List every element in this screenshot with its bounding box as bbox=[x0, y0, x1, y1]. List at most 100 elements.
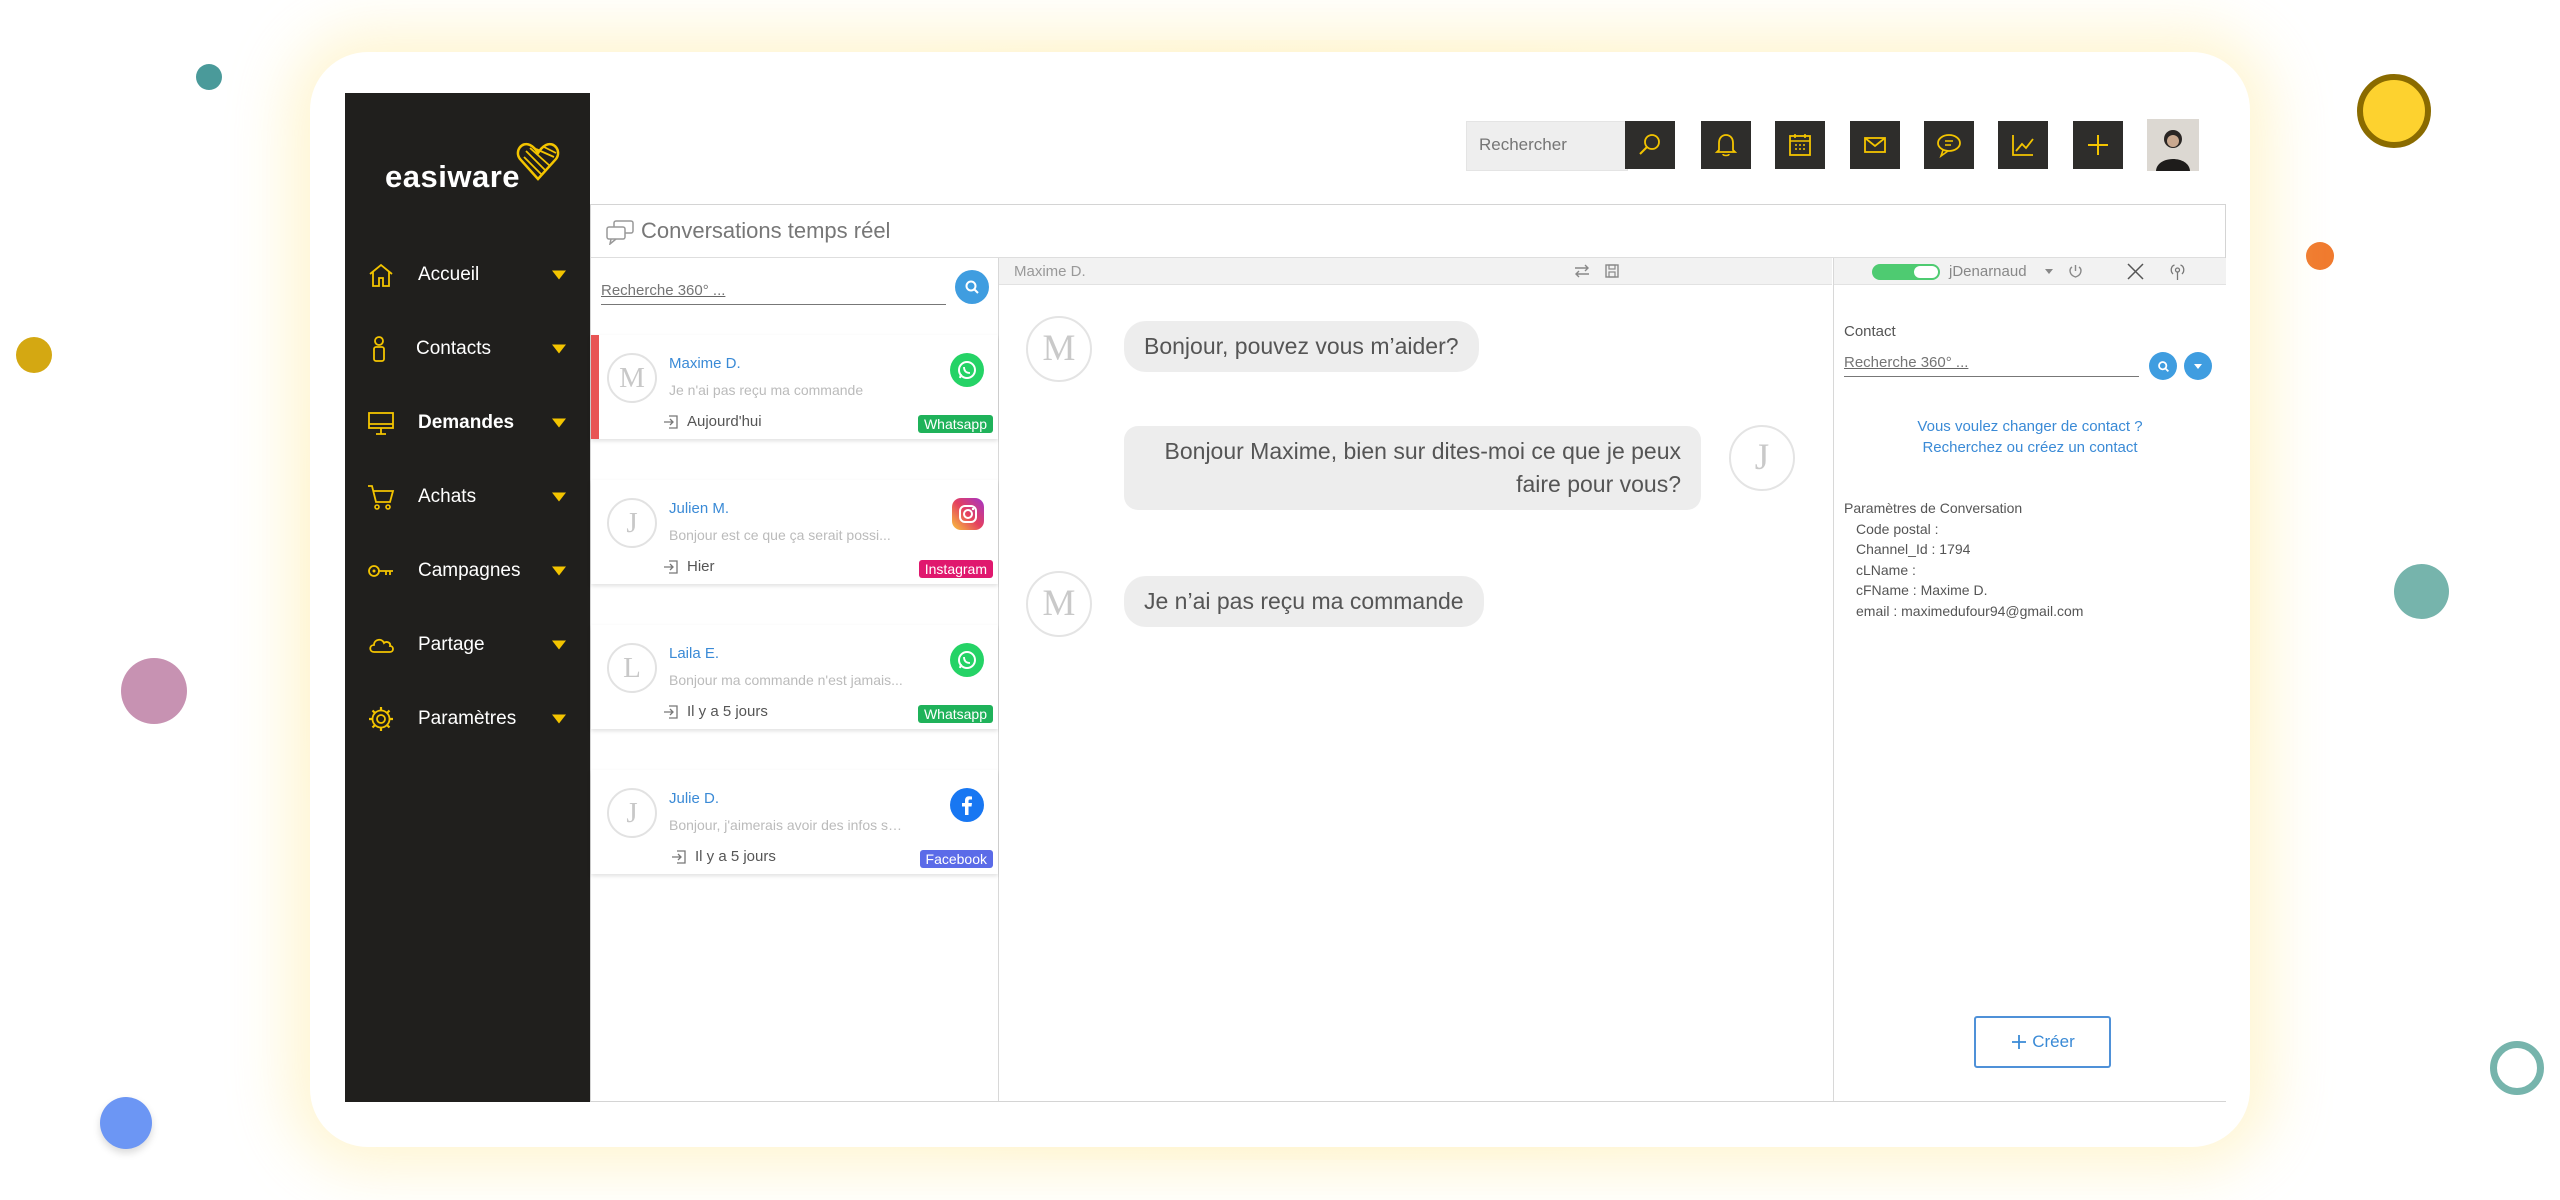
search-icon bbox=[2157, 360, 2169, 372]
conversation-parameters: Paramètres de Conversation Code postal :… bbox=[1844, 498, 2083, 621]
message-avatar: J bbox=[1729, 425, 1795, 491]
heart-logo-icon bbox=[516, 142, 560, 181]
caret-down-icon bbox=[552, 418, 566, 428]
parameter-row: cLName : bbox=[1856, 561, 1916, 578]
global-search-button[interactable] bbox=[1625, 121, 1675, 169]
conversation-item[interactable]: J Julie D. Bonjour, j'aimerais avoir des… bbox=[591, 770, 998, 874]
decor-dot-yellow-ring bbox=[2357, 74, 2431, 148]
last-message: Bonjour, j'aimerais avoir des infos supp… bbox=[669, 817, 909, 833]
sidebar-item-contacts[interactable]: Contacts bbox=[345, 312, 590, 386]
sidebar-item-label: Demandes bbox=[418, 412, 515, 433]
global-search bbox=[1466, 121, 1631, 171]
contact-search bbox=[1844, 354, 2139, 377]
save-icon[interactable] bbox=[1604, 263, 1620, 279]
last-message: Bonjour ma commande n'est jamais... bbox=[669, 672, 903, 688]
broadcast-icon[interactable] bbox=[2168, 262, 2187, 281]
caret-down-icon bbox=[552, 566, 566, 576]
calendar-button[interactable] bbox=[1775, 121, 1825, 169]
transfer-icon[interactable] bbox=[1573, 263, 1591, 279]
avatar: M bbox=[607, 353, 657, 403]
sidebar-item-label: Campagnes bbox=[418, 560, 521, 581]
parameter-row: email : maximedufour94@gmail.com bbox=[1856, 602, 2084, 619]
add-button[interactable] bbox=[2073, 121, 2123, 169]
power-icon[interactable] bbox=[2067, 263, 2084, 280]
global-search-input[interactable] bbox=[1467, 122, 1631, 168]
create-contact-button[interactable]: Créer bbox=[1974, 1016, 2111, 1068]
message-bubble-incoming: Bonjour, pouvez vous m’aider? bbox=[1124, 321, 1479, 372]
parameter-row: cFName : Maxime D. bbox=[1856, 582, 1988, 598]
conversation-time: Hier bbox=[687, 558, 715, 575]
conversation-search-input[interactable] bbox=[601, 282, 941, 299]
sidebar-item-achats[interactable]: Achats bbox=[345, 460, 590, 534]
cart-icon bbox=[368, 485, 395, 510]
facebook-icon bbox=[950, 788, 984, 822]
decor-dot-mustard bbox=[16, 337, 52, 373]
last-message: Bonjour est ce que ça serait possi... bbox=[669, 527, 891, 543]
login-arrow-icon bbox=[664, 560, 678, 574]
decor-ring-teal bbox=[2490, 1041, 2544, 1095]
sidebar-item-demandes[interactable]: Demandes bbox=[345, 386, 590, 460]
logo: easiware bbox=[385, 141, 560, 195]
message-bubble-incoming: Je n’ai pas reçu ma commande bbox=[1124, 576, 1484, 627]
sidebar-item-label: Partage bbox=[418, 634, 485, 655]
main-panel: Conversations temps réel M Maxime D. Je … bbox=[590, 204, 2226, 1102]
login-arrow-icon bbox=[664, 415, 678, 429]
conversations-button[interactable] bbox=[1924, 121, 1974, 169]
caret-down-icon bbox=[552, 640, 566, 650]
caret-down-icon bbox=[552, 270, 566, 280]
conversation-item[interactable]: L Laila E. Bonjour ma commande n'est jam… bbox=[591, 625, 998, 729]
search-or-create-contact-link[interactable]: Recherchez ou créez un contact bbox=[1834, 439, 2226, 456]
sidebar-item-label: Paramètres bbox=[418, 708, 517, 729]
chat-header: Maxime D. bbox=[999, 258, 1832, 285]
home-icon bbox=[369, 263, 393, 287]
user-avatar[interactable] bbox=[2147, 119, 2199, 171]
close-icon[interactable] bbox=[2126, 262, 2145, 281]
mail-icon bbox=[1864, 137, 1886, 153]
monitor-icon bbox=[368, 412, 394, 435]
calendar-icon bbox=[1789, 134, 1811, 156]
caret-down-icon bbox=[552, 344, 566, 354]
avatar: J bbox=[607, 498, 657, 548]
sidebar-item-label: Accueil bbox=[418, 264, 480, 285]
sidebar-item-accueil[interactable]: Accueil bbox=[345, 238, 590, 312]
conversation-search bbox=[601, 282, 946, 305]
change-contact-link[interactable]: Vous voulez changer de contact ? bbox=[1834, 418, 2226, 435]
user-photo-icon bbox=[2147, 119, 2199, 171]
conversation-item[interactable]: J Julien M. Bonjour est ce que ça serait… bbox=[591, 480, 998, 584]
gear-icon bbox=[369, 707, 393, 731]
channel-badge: Whatsapp bbox=[917, 415, 993, 433]
caret-down-icon bbox=[552, 714, 566, 724]
sidebar-item-label: Contacts bbox=[416, 338, 491, 359]
decor-dot-teal-large bbox=[2394, 564, 2449, 619]
contact-label: Contact bbox=[1844, 323, 1896, 340]
last-message: Je n'ai pas reçu ma commande bbox=[669, 382, 864, 398]
channel-badge: Whatsapp bbox=[917, 705, 993, 723]
availability-toggle[interactable] bbox=[1872, 264, 1940, 280]
page-title: Conversations temps réel bbox=[641, 218, 891, 243]
contact-name: Laila E. bbox=[669, 645, 720, 662]
search-icon bbox=[965, 280, 979, 294]
caret-down-icon bbox=[552, 492, 566, 502]
message-avatar: M bbox=[1026, 571, 1092, 637]
agent-name[interactable]: jDenarnaud bbox=[1949, 263, 2027, 280]
decor-dot-pink bbox=[121, 658, 187, 724]
agent-dropdown-caret-icon[interactable] bbox=[2045, 269, 2053, 274]
login-arrow-icon bbox=[664, 705, 678, 719]
statistics-button[interactable] bbox=[1998, 121, 2048, 169]
conversation-time: Aujourd'hui bbox=[687, 413, 762, 430]
search-icon bbox=[1639, 134, 1660, 155]
avatar: J bbox=[607, 788, 657, 838]
contact-search-input[interactable] bbox=[1844, 354, 2134, 371]
conversation-search-button[interactable] bbox=[955, 270, 989, 304]
conversation-item[interactable]: M Maxime D. Je n'ai pas reçu ma commande… bbox=[591, 335, 998, 439]
sidebar-item-partage[interactable]: Partage bbox=[345, 608, 590, 682]
contact-search-button[interactable] bbox=[2149, 352, 2177, 380]
notifications-button[interactable] bbox=[1701, 121, 1751, 169]
sidebar-item-campagnes[interactable]: Campagnes bbox=[345, 534, 590, 608]
channel-badge: Instagram bbox=[918, 560, 993, 578]
contact-name: Julie D. bbox=[669, 790, 720, 807]
mail-button[interactable] bbox=[1850, 121, 1900, 169]
plus-icon bbox=[2088, 135, 2108, 155]
contact-options-button[interactable] bbox=[2184, 352, 2212, 380]
sidebar-item-parametres[interactable]: Paramètres bbox=[345, 682, 590, 756]
